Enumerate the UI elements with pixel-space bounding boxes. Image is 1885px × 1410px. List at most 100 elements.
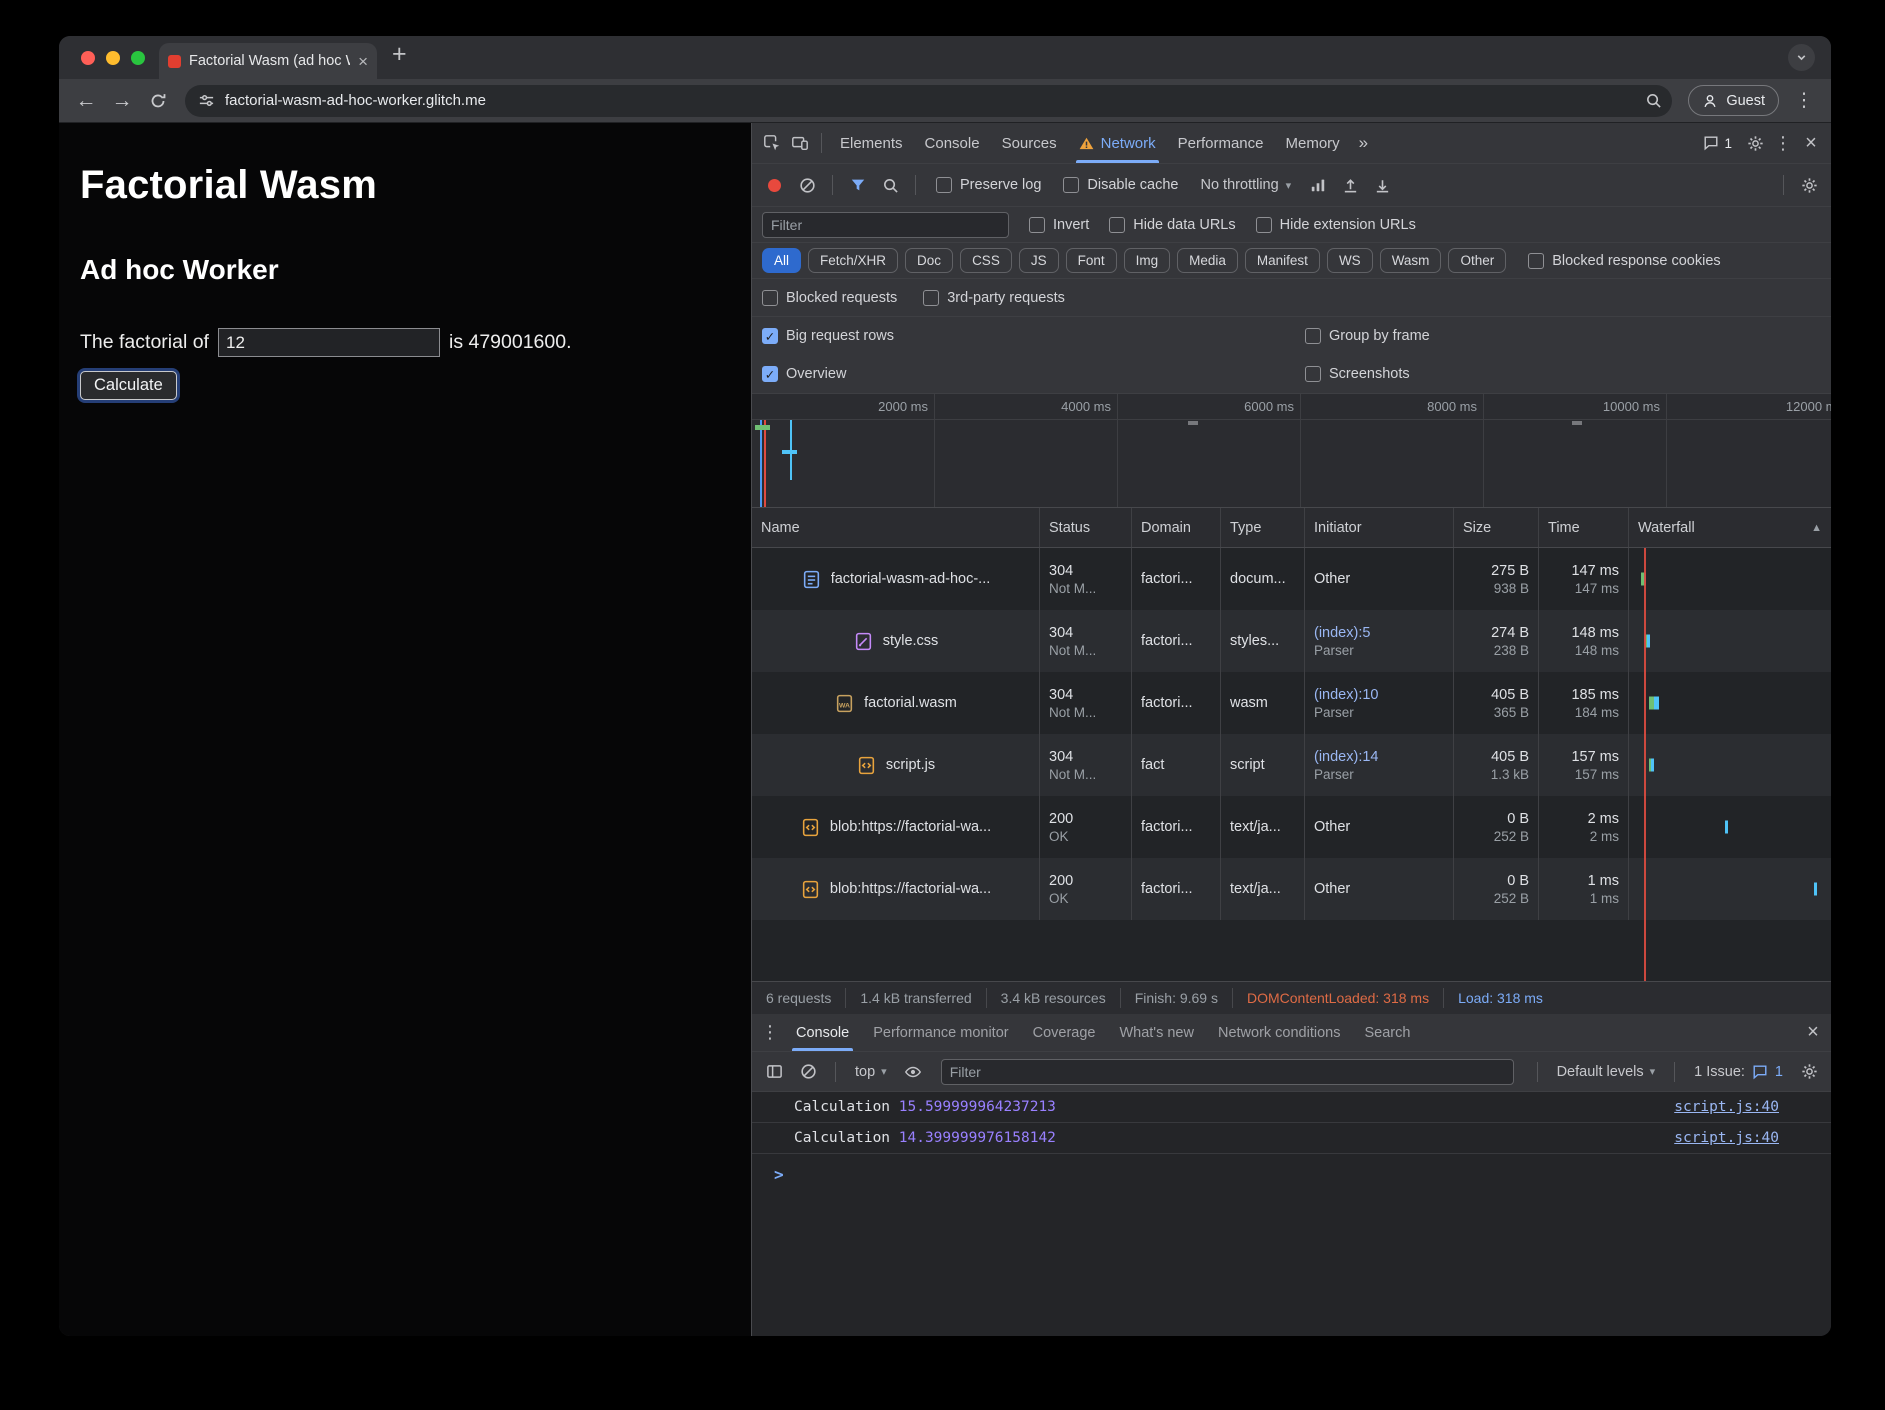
- browser-menu-button[interactable]: ⋮: [1787, 85, 1821, 117]
- filter-chip-ws[interactable]: WS: [1327, 248, 1373, 274]
- sort-ascending-icon[interactable]: ▲: [1811, 522, 1822, 534]
- zoom-window-button[interactable]: [131, 51, 145, 65]
- import-har-icon[interactable]: [1336, 171, 1364, 199]
- back-button[interactable]: ←: [69, 85, 103, 117]
- column-header-size[interactable]: Size: [1454, 508, 1539, 547]
- search-icon[interactable]: [876, 171, 904, 199]
- filter-chip-img[interactable]: Img: [1124, 248, 1171, 274]
- clear-console-icon[interactable]: [794, 1058, 822, 1086]
- network-conditions-icon[interactable]: [1304, 171, 1332, 199]
- network-filter-input[interactable]: [762, 212, 1009, 238]
- more-tabs-icon[interactable]: »: [1351, 133, 1376, 153]
- new-tab-button[interactable]: +: [377, 42, 407, 74]
- issues-counter[interactable]: 1 Issue: 1: [1688, 1064, 1789, 1080]
- filter-chip-font[interactable]: Font: [1066, 248, 1117, 274]
- console-source-link[interactable]: script.js:40: [1674, 1130, 1779, 1146]
- initiator-link[interactable]: (index):5: [1314, 625, 1444, 641]
- screenshots-checkbox[interactable]: Screenshots: [1305, 366, 1831, 382]
- blocked-response-cookies-checkbox[interactable]: Blocked response cookies: [1528, 253, 1720, 269]
- filter-chip-doc[interactable]: Doc: [905, 248, 953, 274]
- forward-button[interactable]: →: [105, 85, 139, 117]
- drawer-tab-search[interactable]: Search: [1352, 1014, 1422, 1051]
- tab-search-button[interactable]: [1788, 44, 1815, 71]
- filter-chip-wasm[interactable]: Wasm: [1380, 248, 1442, 274]
- disable-cache-checkbox[interactable]: Disable cache: [1063, 177, 1178, 193]
- console-source-link[interactable]: script.js:40: [1674, 1099, 1779, 1115]
- filter-chip-other[interactable]: Other: [1448, 248, 1506, 274]
- drawer-tab-console[interactable]: Console: [784, 1014, 861, 1051]
- export-har-icon[interactable]: [1368, 171, 1396, 199]
- console-prompt[interactable]: >: [752, 1154, 1831, 1184]
- zoom-icon[interactable]: [1645, 92, 1662, 109]
- url-bar[interactable]: factorial-wasm-ad-hoc-worker.glitch.me: [185, 85, 1672, 117]
- column-header-time[interactable]: Time: [1539, 508, 1629, 547]
- console-filter-input[interactable]: [941, 1059, 1514, 1085]
- initiator-link[interactable]: (index):14: [1314, 749, 1444, 765]
- minimize-window-button[interactable]: [106, 51, 120, 65]
- devtools-tab-console[interactable]: Console: [914, 123, 991, 163]
- devtools-tab-network[interactable]: Network: [1068, 123, 1167, 163]
- devtools-close-icon[interactable]: ×: [1797, 129, 1825, 157]
- devtools-menu-icon[interactable]: ⋮: [1769, 129, 1797, 157]
- column-header-type[interactable]: Type: [1221, 508, 1305, 547]
- drawer-menu-icon[interactable]: ⋮: [756, 1019, 784, 1047]
- drawer-tab-coverage[interactable]: Coverage: [1021, 1014, 1108, 1051]
- devtools-tab-sources[interactable]: Sources: [991, 123, 1068, 163]
- context-selector[interactable]: top ▾: [849, 1064, 893, 1080]
- factorial-input[interactable]: [218, 328, 440, 357]
- throttling-dropdown[interactable]: No throttling ▾: [1191, 177, 1300, 193]
- live-expression-icon[interactable]: [899, 1058, 927, 1086]
- column-header-name[interactable]: Name: [752, 508, 1040, 547]
- log-levels-dropdown[interactable]: Default levels ▾: [1551, 1064, 1662, 1080]
- reload-button[interactable]: [141, 85, 175, 117]
- console-sidebar-icon[interactable]: [760, 1058, 788, 1086]
- profile-button[interactable]: Guest: [1688, 85, 1779, 116]
- inspect-element-icon[interactable]: [758, 129, 786, 157]
- overview-checkbox[interactable]: Overview: [762, 366, 1305, 382]
- network-settings-icon[interactable]: [1795, 171, 1823, 199]
- drawer-tab-what-s-new[interactable]: What's new: [1107, 1014, 1206, 1051]
- network-request-row[interactable]: script.js304Not M...factscript(index):14…: [752, 734, 1831, 796]
- close-window-button[interactable]: [81, 51, 95, 65]
- filter-chip-css[interactable]: CSS: [960, 248, 1012, 274]
- big-request-rows-checkbox[interactable]: Big request rows: [762, 328, 1305, 344]
- calculate-button[interactable]: Calculate: [80, 371, 177, 400]
- network-request-row[interactable]: blob:https://factorial-wa...200OKfactori…: [752, 796, 1831, 858]
- column-header-status[interactable]: Status: [1040, 508, 1132, 547]
- initiator-link[interactable]: (index):10: [1314, 687, 1444, 703]
- column-header-domain[interactable]: Domain: [1132, 508, 1221, 547]
- drawer-tab-performance-monitor[interactable]: Performance monitor: [861, 1014, 1020, 1051]
- invert-checkbox[interactable]: Invert: [1029, 217, 1089, 233]
- devtools-messages-button[interactable]: 1: [1694, 135, 1741, 151]
- filter-chip-fetch-xhr[interactable]: Fetch/XHR: [808, 248, 898, 274]
- browser-tab[interactable]: Factorial Wasm (ad hoc Work ×: [159, 43, 377, 79]
- site-settings-icon[interactable]: [198, 92, 215, 109]
- console-settings-icon[interactable]: [1795, 1058, 1823, 1086]
- hide-data-urls-checkbox[interactable]: Hide data URLs: [1109, 217, 1235, 233]
- device-toolbar-icon[interactable]: [786, 129, 814, 157]
- filter-chip-all[interactable]: All: [762, 248, 801, 274]
- filter-chip-media[interactable]: Media: [1177, 248, 1238, 274]
- blocked-requests-checkbox[interactable]: Blocked requests: [762, 290, 897, 306]
- devtools-tab-elements[interactable]: Elements: [829, 123, 914, 163]
- column-header-initiator[interactable]: Initiator: [1305, 508, 1454, 547]
- third-party-requests-checkbox[interactable]: 3rd-party requests: [923, 290, 1065, 306]
- devtools-tab-memory[interactable]: Memory: [1275, 123, 1351, 163]
- console-output[interactable]: Calculation 15.599999964237213script.js:…: [752, 1092, 1831, 1336]
- devtools-settings-icon[interactable]: [1741, 129, 1769, 157]
- filter-icon[interactable]: [844, 171, 872, 199]
- hide-extension-urls-checkbox[interactable]: Hide extension URLs: [1256, 217, 1416, 233]
- network-request-row[interactable]: WAfactorial.wasm304Not M...factori...was…: [752, 672, 1831, 734]
- group-by-frame-checkbox[interactable]: Group by frame: [1305, 328, 1831, 344]
- clear-icon[interactable]: [793, 171, 821, 199]
- drawer-close-icon[interactable]: ×: [1799, 1019, 1827, 1047]
- record-button[interactable]: [768, 179, 781, 192]
- filter-chip-manifest[interactable]: Manifest: [1245, 248, 1320, 274]
- network-overview-timeline[interactable]: 2000 ms4000 ms6000 ms8000 ms10000 ms1200…: [752, 394, 1831, 508]
- filter-chip-js[interactable]: JS: [1019, 248, 1059, 274]
- devtools-tab-performance[interactable]: Performance: [1167, 123, 1275, 163]
- network-request-row[interactable]: factorial-wasm-ad-hoc-...304Not M...fact…: [752, 548, 1831, 610]
- network-request-row[interactable]: blob:https://factorial-wa...200OKfactori…: [752, 858, 1831, 920]
- column-header-waterfall[interactable]: Waterfall▲: [1629, 508, 1831, 547]
- tab-close-icon[interactable]: ×: [358, 53, 368, 70]
